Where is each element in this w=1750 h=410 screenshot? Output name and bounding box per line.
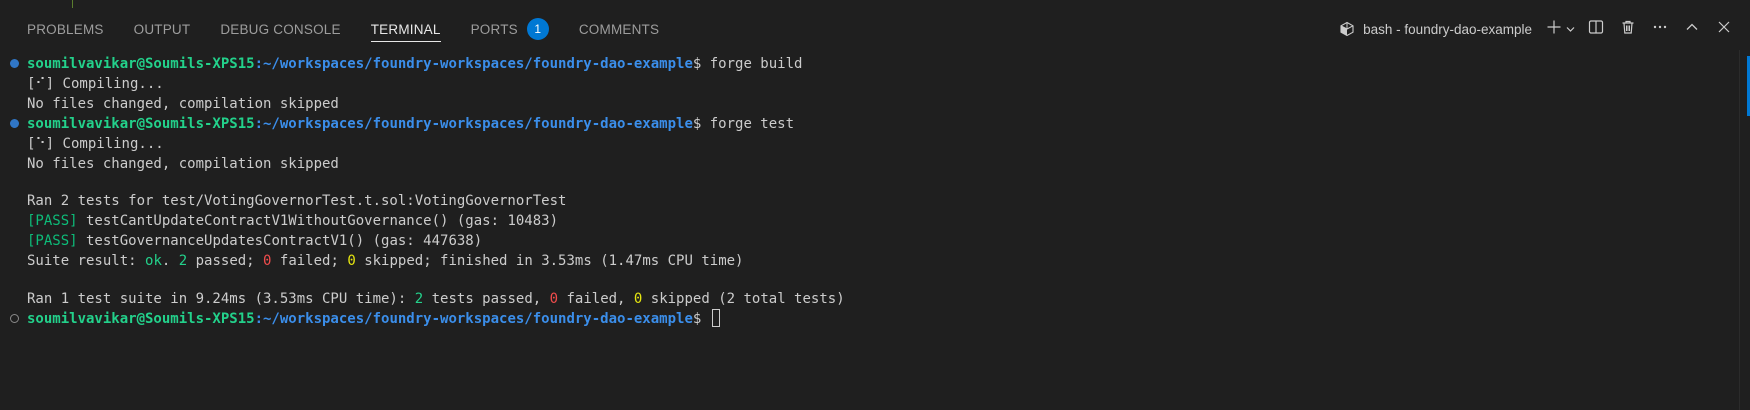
prompt-line: soumilvavikar@Soumils-XPS15:~/workspaces… — [27, 114, 794, 134]
terminal-bash-icon — [1339, 21, 1355, 37]
terminal-name-label: bash - foundry-dao-example — [1363, 21, 1532, 37]
tab-terminal[interactable]: TERMINAL — [370, 8, 441, 50]
editor-bottom-edge — [0, 0, 1750, 8]
prompt-user: soumilvavikar@Soumils-XPS15 — [27, 311, 255, 327]
failed-count: 0 — [549, 291, 559, 307]
tab-problems[interactable]: PROBLEMS — [27, 8, 104, 50]
panel-actions: bash - foundry-dao-example — [1339, 8, 1750, 50]
tab-label: COMMENTS — [578, 21, 660, 37]
prompt-path: :~/workspaces/foundry-workspaces/foundry… — [254, 116, 693, 132]
summary-line: Ran 1 test suite in 9.24ms (3.53ms CPU t… — [27, 289, 845, 309]
prompt-line: soumilvavikar@Soumils-XPS15:~/workspaces… — [27, 309, 720, 329]
output-line: [⠑] Compiling... — [27, 134, 164, 154]
test-result-line: [PASS] testGovernanceUpdatesContractV1()… — [27, 231, 482, 251]
output-text: Compiling... — [54, 76, 164, 92]
pass-tag: [PASS] — [27, 213, 78, 229]
output-text: passed; — [187, 253, 264, 269]
ports-count-badge: 1 — [526, 18, 549, 40]
output-text: Ran 1 test suite in 9.24ms (3.53ms CPU t… — [27, 291, 415, 307]
tab-comments[interactable]: COMMENTS — [579, 8, 659, 50]
panel-tabs: PROBLEMS OUTPUT DEBUG CONSOLE TERMINAL P… — [0, 8, 689, 50]
tab-label: DEBUG CONSOLE — [220, 21, 341, 37]
output-line: [⠊] Compiling... — [27, 74, 164, 94]
output-text: failed, — [558, 291, 634, 307]
tab-label: TERMINAL — [370, 21, 441, 37]
test-result-line: [PASS] testCantUpdateContractV1WithoutGo… — [27, 211, 558, 231]
prompt-path: :~/workspaces/foundry-workspaces/foundry… — [254, 311, 693, 327]
spinner-glyph: [⠊] — [27, 76, 55, 92]
tab-label: PORTS — [470, 21, 518, 37]
output-text: tests passed, — [423, 291, 550, 307]
maximize-icon — [1684, 19, 1700, 40]
output-text: testCantUpdateContractV1WithoutGovernanc… — [77, 213, 559, 229]
plus-icon — [1546, 19, 1562, 40]
command-pending-decoration[interactable] — [10, 314, 19, 323]
spinner-glyph: [⠑] — [27, 136, 55, 152]
tab-debug-console[interactable]: DEBUG CONSOLE — [220, 8, 340, 50]
terminal-output[interactable]: soumilvavikar@Soumils-XPS15:~/workspaces… — [0, 50, 1740, 410]
command-text: forge test — [709, 116, 795, 132]
output-line: No files changed, compilation skipped — [27, 156, 339, 172]
editor-indent-guide — [72, 0, 73, 8]
prompt-user: soumilvavikar@Soumils-XPS15 — [27, 116, 255, 132]
prompt-symbol: $ — [692, 311, 710, 327]
close-icon — [1716, 19, 1732, 40]
prompt-line: soumilvavikar@Soumils-XPS15:~/workspaces… — [27, 54, 802, 74]
command-success-decoration[interactable] — [10, 59, 19, 68]
chevron-down-icon[interactable] — [1565, 24, 1576, 35]
more-icon — [1652, 19, 1668, 40]
output-text: Suite result: — [27, 253, 146, 269]
new-terminal-button[interactable] — [1544, 15, 1578, 43]
panel-header: PROBLEMS OUTPUT DEBUG CONSOLE TERMINAL P… — [0, 8, 1750, 50]
passed-count: 2 — [178, 253, 188, 269]
terminal-selector[interactable]: bash - foundry-dao-example — [1339, 21, 1532, 37]
command-success-decoration[interactable] — [10, 119, 19, 128]
close-panel-button[interactable] — [1710, 15, 1738, 43]
tab-label: OUTPUT — [133, 21, 191, 37]
trash-icon — [1620, 19, 1636, 40]
output-text: Compiling... — [54, 136, 164, 152]
output-text: skipped (2 total tests) — [642, 291, 845, 307]
command-text: forge build — [709, 56, 803, 72]
output-line: No files changed, compilation skipped — [27, 96, 339, 112]
output-line: Ran 2 tests for test/VotingGovernorTest.… — [27, 193, 567, 209]
maximize-panel-button[interactable] — [1678, 15, 1706, 43]
output-text: failed; — [271, 253, 348, 269]
prompt-path: :~/workspaces/foundry-workspaces/foundry… — [254, 56, 693, 72]
pass-tag: [PASS] — [27, 233, 78, 249]
kill-terminal-button[interactable] — [1614, 15, 1642, 43]
tab-ports[interactable]: PORTS 1 — [471, 8, 549, 50]
output-text: testGovernanceUpdatesContractV1() (gas: … — [77, 233, 483, 249]
tab-output[interactable]: OUTPUT — [134, 8, 191, 50]
split-icon — [1588, 19, 1604, 40]
more-actions-button[interactable] — [1646, 15, 1674, 43]
skipped-count: 0 — [347, 253, 356, 269]
prompt-symbol: $ — [692, 116, 710, 132]
output-text: skipped; finished in 3.53ms (1.47ms CPU … — [355, 253, 744, 269]
prompt-user: soumilvavikar@Soumils-XPS15 — [27, 56, 255, 72]
suite-result-line: Suite result: ok. 2 passed; 0 failed; 0 … — [27, 251, 744, 271]
terminal-cursor[interactable] — [711, 309, 720, 327]
passed-count: 2 — [414, 291, 424, 307]
tab-label: PROBLEMS — [27, 21, 104, 37]
output-text: . — [161, 253, 179, 269]
split-terminal-button[interactable] — [1582, 15, 1610, 43]
prompt-symbol: $ — [692, 56, 710, 72]
ok-text: ok — [145, 253, 162, 269]
